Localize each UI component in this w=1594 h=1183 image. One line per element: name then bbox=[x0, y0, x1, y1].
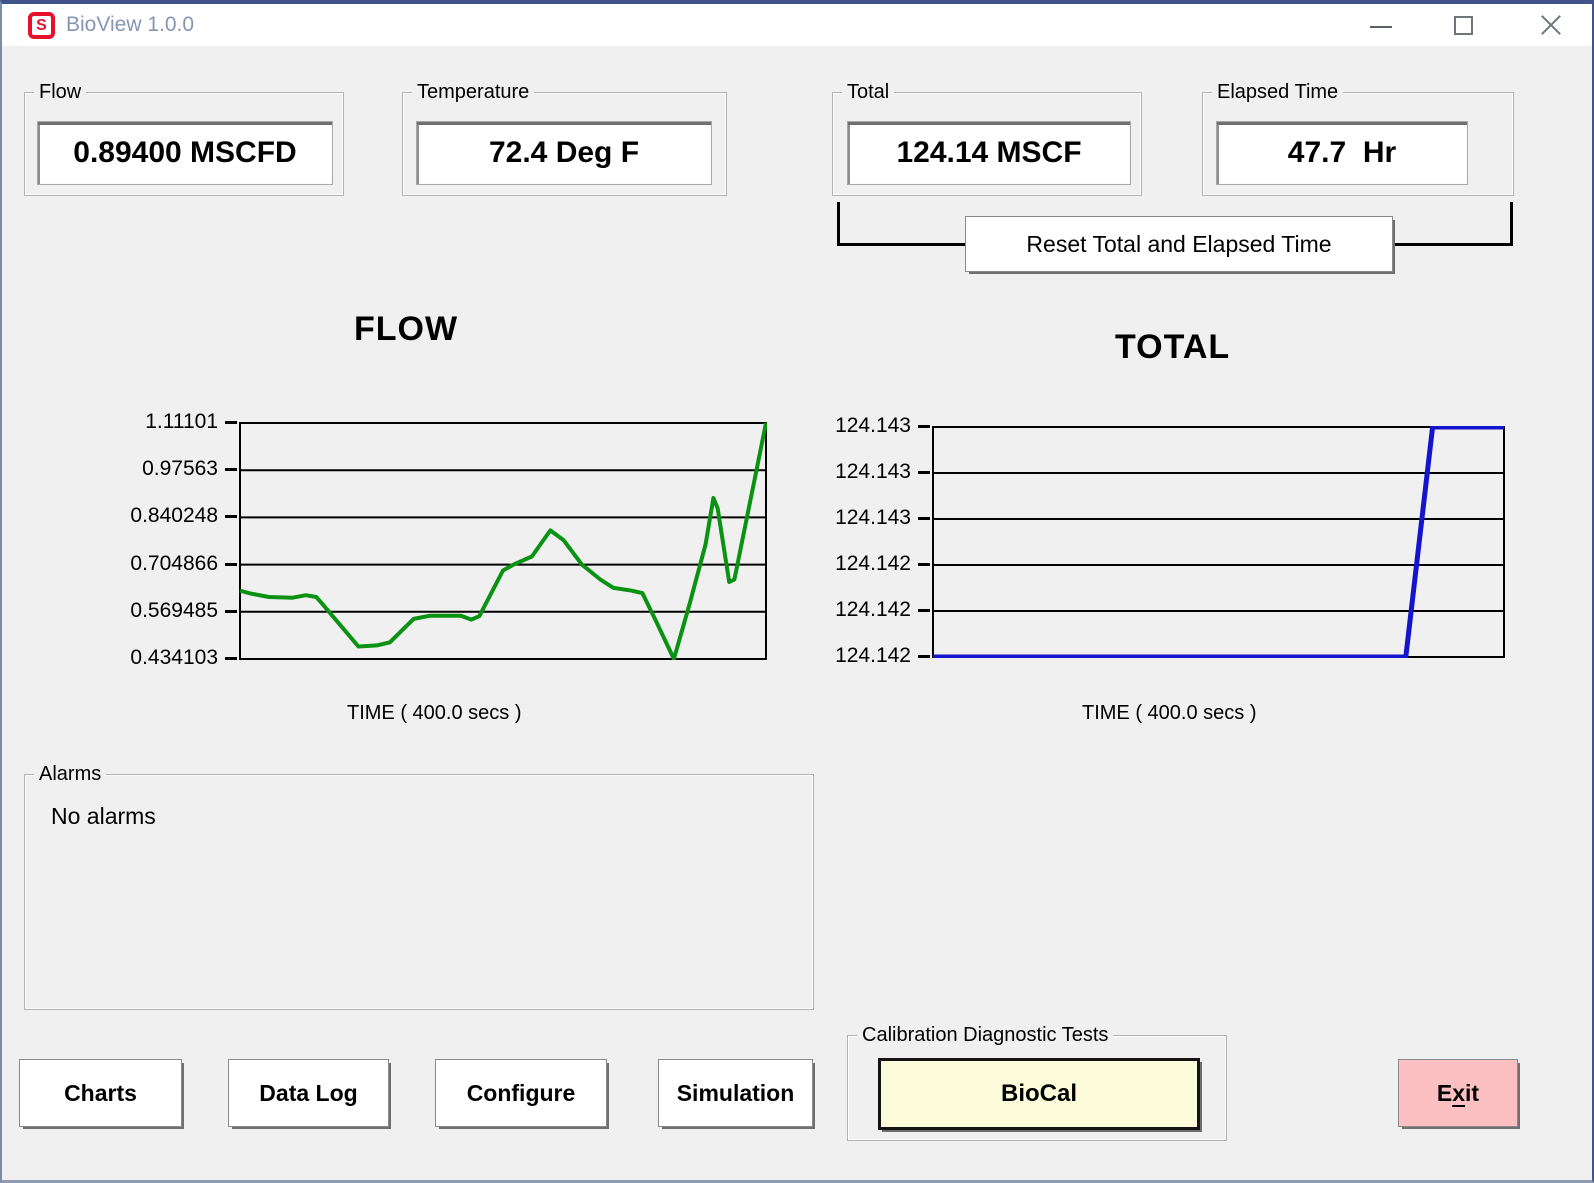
total-chart-yticks: 124.143124.143124.143124.142124.142124.1… bbox=[765, 426, 930, 658]
flow-chart bbox=[239, 422, 767, 660]
reset-total-button[interactable]: Reset Total and Elapsed Time bbox=[965, 216, 1393, 272]
configure-button[interactable]: Configure bbox=[435, 1059, 607, 1127]
tick-mark bbox=[225, 515, 237, 518]
alarms-group: Alarms No alarms bbox=[24, 774, 814, 1010]
alarms-text: No alarms bbox=[51, 803, 156, 830]
flow-chart-title: FLOW bbox=[354, 310, 458, 349]
tick-mark bbox=[225, 468, 237, 471]
readout-temperature-label: Temperature bbox=[412, 81, 534, 104]
readout-total-group: Total 124.14 MSCF bbox=[832, 92, 1142, 196]
readout-temperature-value: 72.4 Deg F bbox=[416, 121, 712, 185]
reset-connector-line bbox=[837, 202, 840, 246]
ytick-label: 0.97563 bbox=[142, 455, 237, 483]
charts-button[interactable]: Charts bbox=[19, 1059, 182, 1127]
tick-mark bbox=[918, 425, 930, 428]
tick-mark bbox=[225, 421, 237, 424]
tick-mark bbox=[225, 563, 237, 566]
close-button[interactable] bbox=[1516, 4, 1582, 46]
ytick-label: 0.569485 bbox=[130, 597, 237, 625]
calibration-label: Calibration Diagnostic Tests bbox=[857, 1024, 1113, 1047]
titlebar: S BioView 1.0.0 bbox=[2, 4, 1592, 46]
tick-mark bbox=[918, 609, 930, 612]
readout-elapsed-value: 47.7 Hr bbox=[1216, 121, 1468, 185]
ytick-label: 0.434103 bbox=[130, 644, 237, 672]
exit-button[interactable]: Exit bbox=[1398, 1059, 1518, 1127]
ytick-label: 1.11101 bbox=[145, 408, 237, 436]
readout-total-value: 124.14 MSCF bbox=[847, 121, 1131, 185]
ytick-label: 124.143 bbox=[835, 504, 930, 532]
tick-mark bbox=[918, 563, 930, 566]
readout-flow-label: Flow bbox=[34, 81, 86, 104]
data-log-button[interactable]: Data Log bbox=[228, 1059, 389, 1127]
tick-mark bbox=[225, 610, 237, 613]
tick-mark bbox=[918, 517, 930, 520]
reset-connector-line bbox=[1391, 243, 1513, 246]
tick-mark bbox=[918, 655, 930, 658]
minimize-icon bbox=[1370, 26, 1392, 28]
ytick-label: 0.840248 bbox=[130, 502, 237, 530]
biocal-button[interactable]: BioCal bbox=[878, 1058, 1200, 1130]
maximize-icon bbox=[1454, 16, 1473, 35]
readout-elapsed-group: Elapsed Time 47.7 Hr bbox=[1202, 92, 1514, 196]
readout-flow-value: 0.89400 MSCFD bbox=[37, 121, 333, 185]
ytick-label: 124.143 bbox=[835, 412, 930, 440]
tick-mark bbox=[918, 471, 930, 474]
window-title: BioView 1.0.0 bbox=[66, 13, 194, 37]
ytick-label: 124.142 bbox=[835, 550, 930, 578]
total-chart bbox=[932, 426, 1505, 658]
app-logo-icon: S bbox=[28, 12, 55, 39]
simulation-button[interactable]: Simulation bbox=[658, 1059, 813, 1127]
total-chart-time-label: TIME ( 400.0 secs ) bbox=[1082, 702, 1257, 725]
ytick-label: 124.142 bbox=[835, 596, 930, 624]
ytick-label: 0.704866 bbox=[130, 550, 237, 578]
calibration-group: Calibration Diagnostic Tests BioCal bbox=[847, 1035, 1227, 1141]
total-chart-title: TOTAL bbox=[1115, 328, 1230, 367]
tick-mark bbox=[225, 657, 237, 660]
readout-temperature-group: Temperature 72.4 Deg F bbox=[402, 92, 727, 196]
alarms-label: Alarms bbox=[34, 763, 106, 786]
readout-elapsed-label: Elapsed Time bbox=[1212, 81, 1343, 104]
readout-flow-group: Flow 0.89400 MSCFD bbox=[24, 92, 344, 196]
flow-chart-time-label: TIME ( 400.0 secs ) bbox=[347, 702, 522, 725]
ytick-label: 124.142 bbox=[835, 642, 930, 670]
app-window: S BioView 1.0.0 Flow 0.89400 MSCFD Tempe… bbox=[0, 0, 1594, 1183]
readout-total-label: Total bbox=[842, 81, 894, 104]
flow-chart-yticks: 1.111010.975630.8402480.7048660.5694850.… bbox=[72, 422, 237, 660]
reset-connector-line bbox=[1510, 202, 1513, 246]
maximize-button[interactable] bbox=[1430, 4, 1496, 46]
ytick-label: 124.143 bbox=[835, 458, 930, 486]
reset-connector-line bbox=[837, 243, 967, 246]
minimize-button[interactable] bbox=[1348, 4, 1414, 46]
